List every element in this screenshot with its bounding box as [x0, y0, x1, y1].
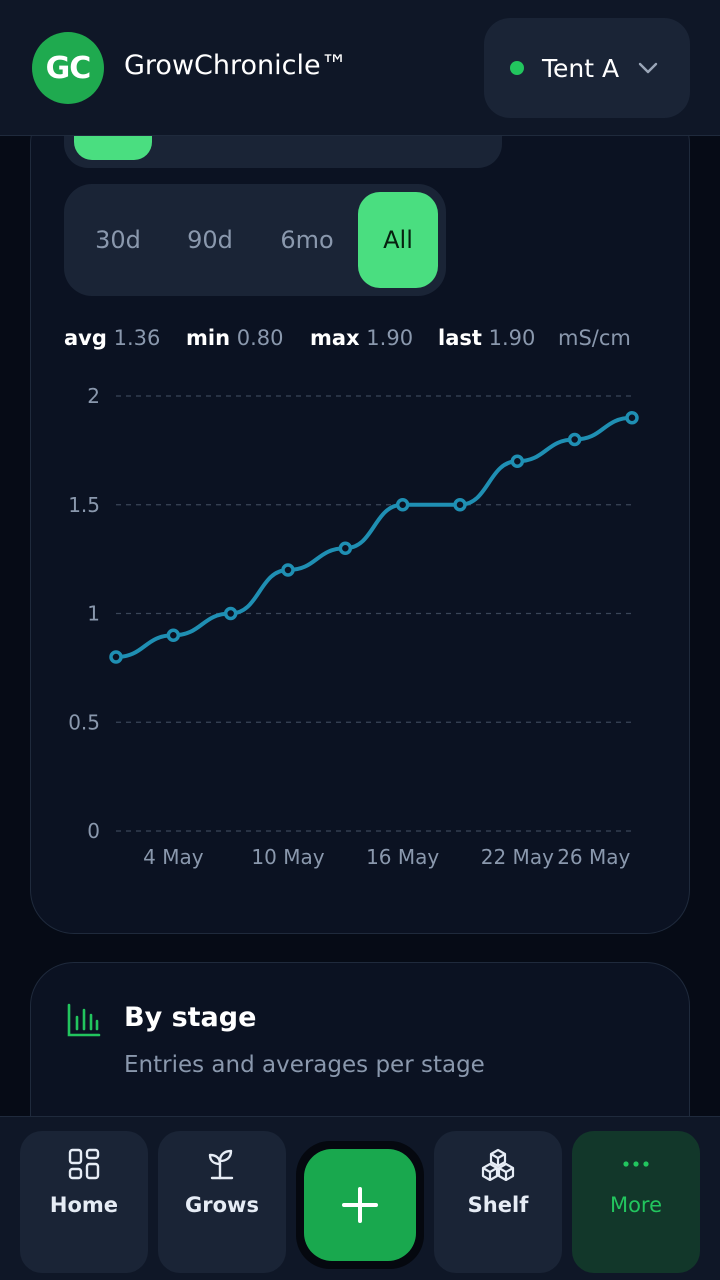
nav-shelf-label: Shelf	[467, 1193, 529, 1217]
stat-avg: avg 1.36	[64, 326, 160, 350]
chart-data-point[interactable]	[510, 454, 525, 468]
tent-status-dot	[510, 61, 524, 75]
stat-max-label: max	[310, 326, 360, 350]
app-header: GC GrowChronicle™ Tent A	[0, 0, 720, 136]
chart-points	[109, 411, 639, 664]
chart-grid	[116, 395, 632, 832]
nav-grows-label: Grows	[185, 1193, 259, 1217]
chart-data-point[interactable]	[567, 432, 582, 447]
nav-more-label: More	[609, 1193, 663, 1217]
range-30d-button[interactable]: 30d	[78, 192, 158, 288]
grid-icon	[68, 1148, 100, 1180]
range-6mo-button[interactable]: 6mo	[262, 192, 352, 288]
chart-data-point[interactable]	[395, 498, 410, 512]
bar-chart-icon	[67, 1003, 101, 1037]
stat-avg-label: avg	[64, 326, 107, 350]
plus-icon	[342, 1187, 378, 1223]
chevron-down-icon	[638, 62, 658, 74]
stat-last-value: 1.90	[488, 326, 536, 350]
chart-data-point[interactable]	[338, 541, 353, 555]
stat-min-label: min	[186, 326, 231, 350]
chart-data-point[interactable]	[453, 498, 467, 512]
nav-shelf[interactable]: Shelf	[434, 1131, 562, 1273]
range-all-button[interactable]: All	[358, 192, 438, 288]
nav-grows[interactable]: Grows	[158, 1131, 286, 1273]
chart-y-tick-label: 1.5	[68, 493, 100, 517]
chart-x-tick-label: 4 May	[143, 845, 204, 869]
stat-last-label: last	[438, 326, 482, 350]
stat-unit: mS/cm	[558, 326, 631, 350]
chart-y-axis: 0 0.5 1 1.5 2	[68, 384, 100, 843]
chart-y-tick-label: 0.5	[68, 710, 100, 734]
time-range-selector: 30d 90d 6mo All	[64, 184, 446, 296]
add-entry-button[interactable]	[304, 1149, 416, 1261]
stat-min-value: 0.80	[236, 326, 284, 350]
chart-series-line	[114, 415, 634, 659]
nav-home[interactable]: Home	[20, 1131, 148, 1273]
by-stage-subtitle: Entries and averages per stage	[124, 1052, 485, 1078]
stat-max: max 1.90	[310, 326, 413, 350]
chart-x-tick-label: 26 May	[557, 845, 630, 869]
chart-x-axis: 4 May 10 May 16 May 22 May 26 May	[143, 845, 630, 869]
app-title: GrowChronicle™	[124, 50, 348, 81]
chart-data-point[interactable]	[109, 650, 123, 664]
chart-data-point[interactable]	[281, 563, 295, 577]
app-logo[interactable]: GC	[32, 32, 104, 104]
tent-selector[interactable]: Tent A	[484, 18, 690, 118]
stat-last: last 1.90	[438, 326, 535, 350]
sprout-icon	[208, 1149, 234, 1180]
chart-data-point[interactable]	[166, 628, 181, 642]
stat-max-value: 1.90	[366, 326, 414, 350]
chart-data-point[interactable]	[625, 411, 639, 425]
nav-more[interactable]: More	[572, 1131, 700, 1273]
chart-x-tick-label: 22 May	[481, 845, 554, 869]
stat-avg-value: 1.36	[113, 326, 161, 350]
chart-y-tick-label: 1	[87, 602, 100, 626]
nav-home-label: Home	[49, 1193, 119, 1217]
chart-data-point[interactable]	[223, 606, 238, 621]
chart-y-tick-label: 0	[87, 819, 100, 843]
bottom-navigation: Home Grows Shelf More	[0, 1116, 720, 1280]
boxes-icon	[481, 1148, 515, 1181]
range-90d-button[interactable]: 90d	[170, 192, 250, 288]
tent-selector-label: Tent A	[542, 53, 620, 83]
chart-y-tick-label: 2	[87, 384, 100, 408]
ec-line-chart: 0 0.5 1 1.5 2 4 May 10 May 16 May 22 May 26 May	[68, 384, 639, 869]
more-dots-icon	[623, 1161, 649, 1167]
stat-min: min 0.80	[186, 326, 283, 350]
chart-x-tick-label: 10 May	[251, 845, 324, 869]
by-stage-title: By stage	[124, 1002, 257, 1033]
chart-x-tick-label: 16 May	[366, 845, 439, 869]
